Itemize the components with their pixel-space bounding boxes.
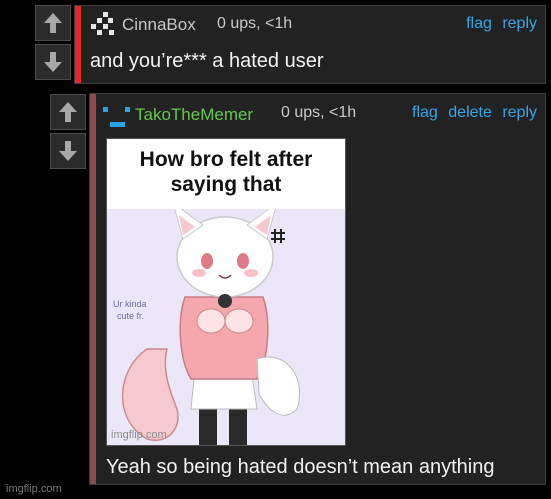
meme-character-illustration: Ur kinda cute fr. <box>113 209 301 445</box>
comment-actions: flag reply <box>460 15 537 33</box>
flag-link[interactable]: flag <box>466 15 492 32</box>
username[interactable]: CinnaBox <box>122 15 196 35</box>
arrow-up-icon <box>59 102 77 122</box>
meme-handwriting: Ur kinda <box>113 299 147 309</box>
arrow-down-icon <box>59 141 77 161</box>
comment-stripe <box>75 6 81 83</box>
reply-link[interactable]: reply <box>502 15 537 32</box>
comment-2: TakoTheMemer 0 ups, <1h flag delete repl… <box>89 93 546 485</box>
flag-link[interactable]: flag <box>412 104 438 121</box>
pixel-face-avatar-icon <box>103 107 130 127</box>
meme-caption: How bro felt after saying that <box>107 139 345 209</box>
arrow-down-icon <box>44 52 62 72</box>
svg-text:cute fr.: cute fr. <box>117 311 144 321</box>
downvote-button[interactable] <box>50 133 86 169</box>
username[interactable]: TakoTheMemer <box>135 105 253 125</box>
comment-meta: 0 ups, <1h <box>217 15 293 32</box>
upvote-button[interactable] <box>35 5 71 41</box>
downvote-button[interactable] <box>35 44 71 80</box>
comment-text: and you’re*** a hated user <box>90 50 324 72</box>
vote-column-2 <box>50 94 86 169</box>
meme-caption-line-2: saying that <box>170 173 282 196</box>
arrow-up-icon <box>44 13 62 33</box>
comment-1: CinnaBox 0 ups, <1h flag reply and you’r… <box>74 5 546 84</box>
meme-image[interactable]: How bro felt after saying that Ur kinda … <box>106 138 346 446</box>
comment-actions: flag delete reply <box>406 104 537 122</box>
delete-link[interactable]: delete <box>448 104 492 121</box>
meme-caption-line-1: How bro felt after <box>139 148 313 171</box>
upvote-button[interactable] <box>50 94 86 130</box>
vote-column-1 <box>35 5 71 80</box>
meme-source-watermark: imgflip.com <box>111 429 167 441</box>
comment-stripe <box>90 94 96 484</box>
imgflip-watermark: imgflip.com <box>6 483 62 495</box>
comment-meta: 0 ups, <1h <box>281 104 357 121</box>
reply-link[interactable]: reply <box>502 104 537 121</box>
comment-text: Yeah so being hated doesn’t mean anythin… <box>106 456 495 478</box>
pixel-avatar-icon <box>91 12 114 35</box>
